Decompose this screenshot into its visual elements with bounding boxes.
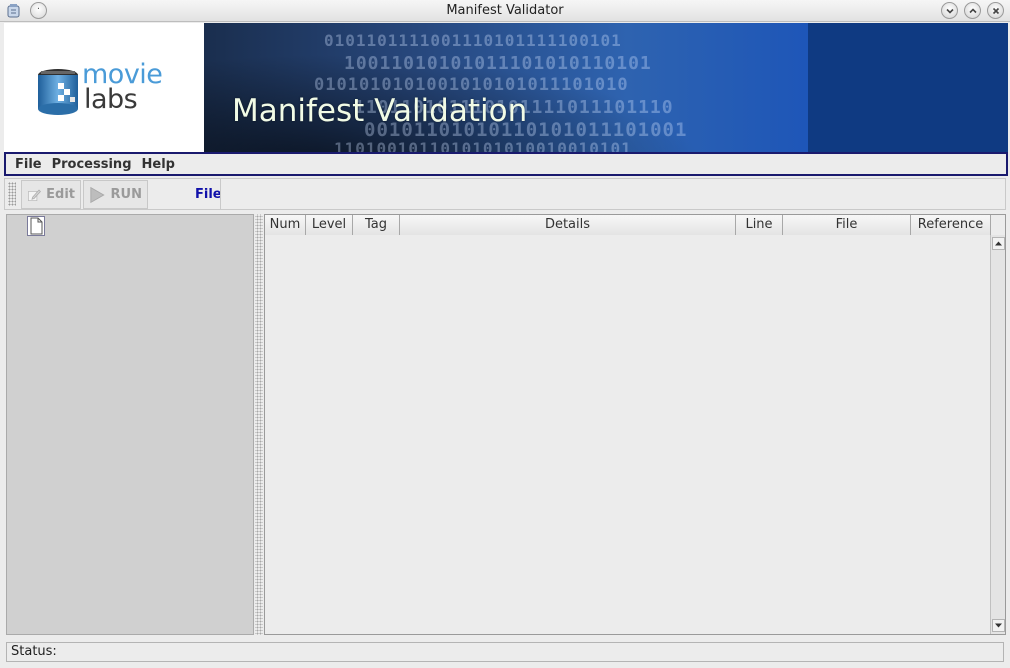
binary-decoration: 0101010101001010101011101010 bbox=[314, 75, 629, 95]
minimize-button[interactable] bbox=[941, 2, 958, 19]
close-icon bbox=[992, 7, 1000, 15]
scroll-down-button[interactable] bbox=[992, 619, 1005, 632]
edit-icon bbox=[28, 189, 41, 201]
column-header-line[interactable]: Line bbox=[736, 215, 783, 235]
menu-processing[interactable]: Processing bbox=[47, 157, 137, 172]
menu-help[interactable]: Help bbox=[137, 157, 180, 172]
banner-filler bbox=[808, 23, 1008, 153]
document-icon[interactable] bbox=[27, 216, 45, 236]
logo-text-labs: labs bbox=[84, 84, 138, 115]
status-label: Status: bbox=[11, 644, 57, 659]
header-banner: movie labs 0101101111001110101111100101 … bbox=[4, 23, 1008, 153]
menu-file[interactable]: File bbox=[10, 157, 47, 172]
current-file-label: File bbox=[195, 187, 222, 202]
chevron-up-icon bbox=[969, 8, 977, 14]
status-bar: Status: bbox=[6, 642, 1004, 662]
maximize-button[interactable] bbox=[964, 2, 981, 19]
close-button[interactable] bbox=[987, 2, 1004, 19]
column-header-num[interactable]: Num bbox=[265, 215, 306, 235]
run-button[interactable]: RUN bbox=[83, 180, 148, 209]
movielabs-logo: movie labs bbox=[4, 23, 204, 153]
banner-heading: Manifest Validation bbox=[232, 93, 528, 129]
window-title: Manifest Validator bbox=[446, 3, 564, 18]
binary-decoration: 10011010101011101010110101 bbox=[344, 53, 652, 74]
edit-button[interactable]: Edit bbox=[21, 180, 81, 209]
edit-button-label: Edit bbox=[46, 187, 75, 202]
column-header-reference[interactable]: Reference bbox=[911, 215, 991, 235]
menu-bar: File Processing Help bbox=[4, 152, 1008, 176]
run-button-label: RUN bbox=[110, 187, 142, 202]
toolbar-grip[interactable] bbox=[8, 182, 16, 206]
binary-decoration: 0101101111001110101111100101 bbox=[324, 31, 622, 50]
column-header-file[interactable]: File bbox=[783, 215, 911, 235]
film-reel-icon bbox=[38, 69, 78, 115]
arrow-down-icon bbox=[995, 623, 1002, 628]
scroll-up-button[interactable] bbox=[992, 237, 1005, 250]
window-titlebar: · Manifest Validator bbox=[0, 0, 1010, 22]
toolbar: Edit RUN File bbox=[4, 178, 1006, 210]
vertical-scrollbar[interactable] bbox=[990, 235, 1005, 634]
arrow-up-icon bbox=[995, 241, 1002, 246]
table-header: Num Level Tag Details Line File Referenc… bbox=[265, 215, 991, 235]
pane-splitter[interactable] bbox=[255, 214, 263, 635]
results-table: Num Level Tag Details Line File Referenc… bbox=[264, 214, 1006, 635]
banner-artwork: 0101101111001110101111100101 10011010101… bbox=[204, 23, 808, 153]
toolbar-separator bbox=[220, 179, 221, 209]
column-header-level[interactable]: Level bbox=[306, 215, 353, 235]
column-header-tag[interactable]: Tag bbox=[353, 215, 400, 235]
play-icon bbox=[90, 186, 105, 203]
binary-decoration: 1101001011010101010010010101 bbox=[334, 139, 632, 153]
file-tree-pane[interactable] bbox=[6, 214, 254, 635]
column-header-details[interactable]: Details bbox=[400, 215, 736, 235]
chevron-down-icon bbox=[946, 8, 954, 14]
